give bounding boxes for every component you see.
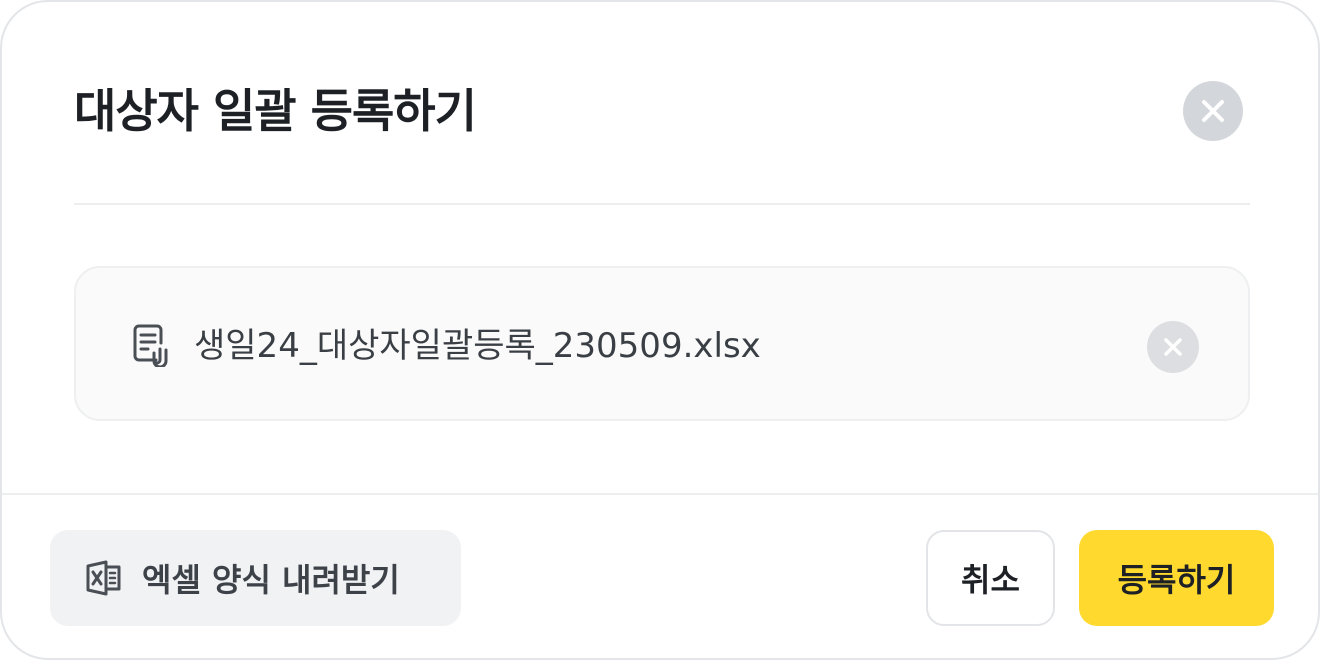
download-button-label: 엑셀 양식 내려받기 <box>142 561 400 599</box>
register-button[interactable]: 등록하기 <box>1079 530 1274 626</box>
close-icon <box>1164 338 1182 356</box>
uploaded-file-item: 생일24_대상자일괄등록_230509.xlsx <box>74 266 1250 421</box>
footer-divider <box>2 493 1318 495</box>
excel-icon <box>86 560 121 596</box>
dialog-title: 대상자 일괄 등록하기 <box>74 84 477 138</box>
close-icon <box>1202 100 1224 122</box>
file-attachment-icon <box>133 324 168 367</box>
bulk-register-dialog: 대상자 일괄 등록하기 생일24_대상자일괄등록_230509.xlsx 엑셀 … <box>0 0 1320 660</box>
dialog-close-button[interactable] <box>1183 81 1243 141</box>
header-divider <box>74 203 1250 205</box>
cancel-button[interactable]: 취소 <box>926 530 1055 626</box>
download-excel-template-button[interactable]: 엑셀 양식 내려받기 <box>50 530 461 626</box>
remove-file-button[interactable] <box>1147 321 1199 373</box>
file-name: 생일24_대상자일괄등록_230509.xlsx <box>194 326 761 366</box>
